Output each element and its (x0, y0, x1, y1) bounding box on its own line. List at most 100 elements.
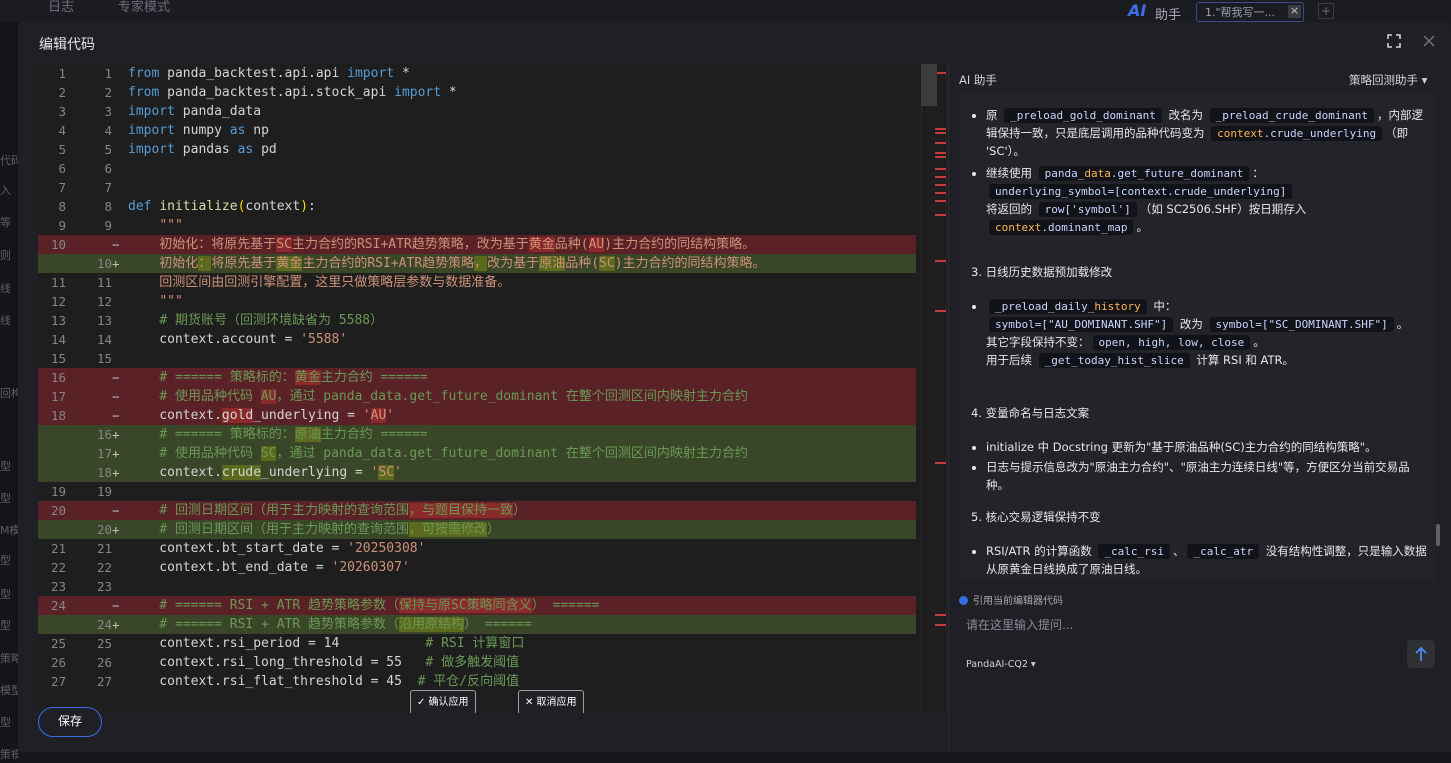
bg-sidebar-label: 回构建 (0, 387, 18, 400)
original-line-number: 26 (50, 655, 66, 670)
original-line-number: 18 (50, 408, 66, 423)
bg-ai-tab-label: 1."帮我写一... (1205, 6, 1276, 19)
code-text: from panda_backtest.api.api import * (128, 66, 410, 81)
code-text: context.rsi_period = 14 # RSI 计算窗口 (128, 636, 525, 651)
code-line[interactable]: 19 19 (38, 482, 916, 501)
diff-line-added[interactable]: 16 + # ====== 策略标的：原油主力合约 ====== (38, 425, 916, 444)
code-line[interactable]: 22 22 context.bt_end_date = '20260307' (38, 558, 916, 577)
bg-sidebar-label: 模型 (0, 684, 18, 697)
code-line[interactable]: 15 15 (38, 349, 916, 368)
diff-line-removed[interactable]: 18 − context.gold_underlying = 'AU' (38, 406, 916, 425)
minimap-diff-mark (935, 156, 946, 158)
code-text: import numpy as np (128, 123, 269, 138)
minimap-diff-mark (935, 176, 946, 178)
plus-icon: + (112, 522, 120, 537)
modified-line-number: 3 (104, 104, 112, 119)
code-line[interactable]: 77 (38, 178, 916, 197)
code-line[interactable]: 21 21 context.bt_start_date = '20250308' (38, 539, 916, 558)
ai-chat-messages[interactable]: 原 _preload_gold_dominant 改名为 _preload_cr… (959, 94, 1435, 580)
code-line[interactable]: 23 23 (38, 577, 916, 596)
diff-line-removed[interactable]: 17 − # 使用品种代码 AU，通过 panda_data.get_future… (38, 387, 916, 406)
bg-sidebar-label: 代码 (0, 154, 18, 167)
code-line[interactable]: 13 13 # 期货账号（回测环境缺省为 5588） (38, 311, 916, 330)
code-line[interactable]: 4 4 import numpy as np (38, 121, 916, 140)
scrollbar-thumb[interactable] (1436, 524, 1440, 546)
original-line-number: 13 (50, 313, 66, 328)
diff-line-added[interactable]: 18 + context.crude_underlying = 'SC' (38, 463, 916, 482)
code-line[interactable]: 14 14 context.account = '5588' (38, 330, 916, 349)
code-text: 初始化：将原先基于黄金主力合约的RSI+ATR趋势策略，改为基于原油品种(SC)… (128, 256, 766, 271)
code-text: """ (159, 294, 183, 309)
original-line-number: 5 (58, 142, 66, 157)
save-button[interactable]: 保存 (38, 707, 102, 737)
code-line[interactable]: 1 1 from panda_backtest.api.api import * (38, 64, 916, 83)
minimap-diff-mark (935, 260, 946, 262)
ai-message-block: initialize 中 Docstring 更新为"基于原油品种(SC)主力合… (971, 438, 1427, 494)
minus-icon: − (112, 598, 120, 613)
cite-editor-code-toggle[interactable]: 引用当前编辑器代码 (959, 592, 1063, 607)
minus-icon: − (112, 389, 120, 404)
modified-line-number: 21 (96, 541, 112, 556)
diff-line-removed[interactable]: 10 − 初始化：将原先基于SC主力合约的RSI+ATR趋势策略，改为基于黄金品种… (38, 235, 916, 254)
bg-sidebar-label: 型 (0, 554, 11, 567)
code-text: # ====== 策略标的：黄金主力合约 ====== (159, 370, 428, 385)
fullscreen-icon[interactable] (1386, 33, 1402, 53)
modal-title: 编辑代码 (39, 37, 95, 53)
modified-line-number: 16 (96, 427, 112, 442)
modified-line-number: 22 (96, 560, 112, 575)
code-line[interactable]: 3 3 import panda_data (38, 102, 916, 121)
background-topbar: 日志 专家模式 AI 助手 1."帮我写一... × + (0, 0, 1451, 23)
minimap-diff-mark (935, 184, 946, 186)
code-line[interactable]: 2 2 from panda_backtest.api.stock_api impo… (38, 83, 916, 102)
code-line[interactable]: 26 26 context.rsi_long_threshold = 55 # 做… (38, 653, 916, 672)
code-line[interactable]: 8 8 def initialize(context): (38, 197, 916, 216)
diff-line-added[interactable]: 17 + # 使用品种代码 SC，通过 panda_data.get_future… (38, 444, 916, 463)
diff-line-added[interactable]: 20 + # 回测日期区间（用于主力映射的查询范围，可按需修改） (38, 520, 916, 539)
diff-line-removed[interactable]: 20 − # 回测日期区间（用于主力映射的查询范围，与题目保持一致） (38, 501, 916, 520)
send-button[interactable] (1407, 640, 1435, 668)
model-select[interactable]: PandaAI-CQ2 ▾ (966, 659, 1036, 670)
code-text: 初始化：将原先基于SC主力合约的RSI+ATR趋势策略，改为基于黄金品种(AU)… (128, 237, 756, 252)
code-text: context.account = '5588' (128, 332, 348, 347)
assistant-mode-select[interactable]: 策略回测助手 ▾ (1349, 72, 1427, 88)
original-line-number: 2 (58, 85, 66, 100)
accept-change-button[interactable]: ✓ 确认应用 (410, 690, 476, 713)
ai-chat-scrollbar[interactable] (1435, 94, 1445, 580)
code-line[interactable]: 66 (38, 159, 916, 178)
ai-message-block: _preload_daily_history 中：symbol=["AU_DOM… (971, 297, 1427, 369)
original-line-number: 7 (58, 180, 66, 195)
reject-change-button[interactable]: ✕ 取消应用 (518, 690, 584, 713)
diff-line-removed[interactable]: 16 − # ====== 策略标的：黄金主力合约 ====== (38, 368, 916, 387)
bg-ai-tab: 1."帮我写一... × (1196, 2, 1304, 22)
code-line[interactable]: 27 27 context.rsi_flat_threshold = 45 # 平… (38, 672, 916, 691)
bg-sidebar-label: 等 (0, 216, 11, 229)
original-line-number: 15 (50, 351, 66, 366)
original-line-number: 4 (58, 123, 66, 138)
diff-line-removed[interactable]: 24 − # ====== RSI + ATR 趋势策略参数（保持与原SC策略同含… (38, 596, 916, 615)
minus-icon: − (112, 370, 120, 385)
original-line-number: 17 (50, 389, 66, 404)
diff-line-added[interactable]: 10 + 初始化：将原先基于黄金主力合约的RSI+ATR趋势策略，改为基于原油品种… (38, 254, 916, 273)
code-text: context.crude_underlying = 'SC' (128, 465, 402, 480)
modified-line-number: 13 (96, 313, 112, 328)
ai-assistant-panel: AI 助手 策略回测助手 ▾ 原 _preload_gold_dominant … (948, 64, 1451, 752)
modified-line-number: 25 (96, 636, 112, 651)
diff-line-added[interactable]: 24 + # ====== RSI + ATR 趋势策略参数（沿用原结构） ===… (38, 615, 916, 634)
bg-sidebar-label: 策模型 (0, 748, 18, 761)
plus-icon: + (112, 427, 120, 442)
modified-line-number: 19 (96, 484, 112, 499)
minimap[interactable] (921, 64, 946, 713)
code-line[interactable]: 5 5 import pandas as pd (38, 140, 916, 159)
minimap-viewport[interactable] (921, 64, 937, 106)
code-line[interactable]: 12 12 """ (38, 292, 916, 311)
ai-prompt-input[interactable]: 请在这里输入提问... (966, 616, 1426, 633)
code-line[interactable]: 25 25 context.rsi_period = 14 # RSI 计算窗口 (38, 634, 916, 653)
code-line[interactable]: 9 9 """ (38, 216, 916, 235)
original-line-number: 9 (58, 218, 66, 233)
code-diff-editor[interactable]: 1 1 from panda_backtest.api.api import * 2 2… (38, 64, 946, 713)
code-text: # 回测日期区间（用于主力映射的查询范围，可按需修改） (159, 522, 500, 537)
close-icon[interactable] (1421, 33, 1437, 53)
code-line[interactable]: 11 11 回测区间由回测引擎配置，这里只做策略层参数与数据准备。 (38, 273, 916, 292)
original-line-number: 8 (58, 199, 66, 214)
original-line-number: 14 (50, 332, 66, 347)
